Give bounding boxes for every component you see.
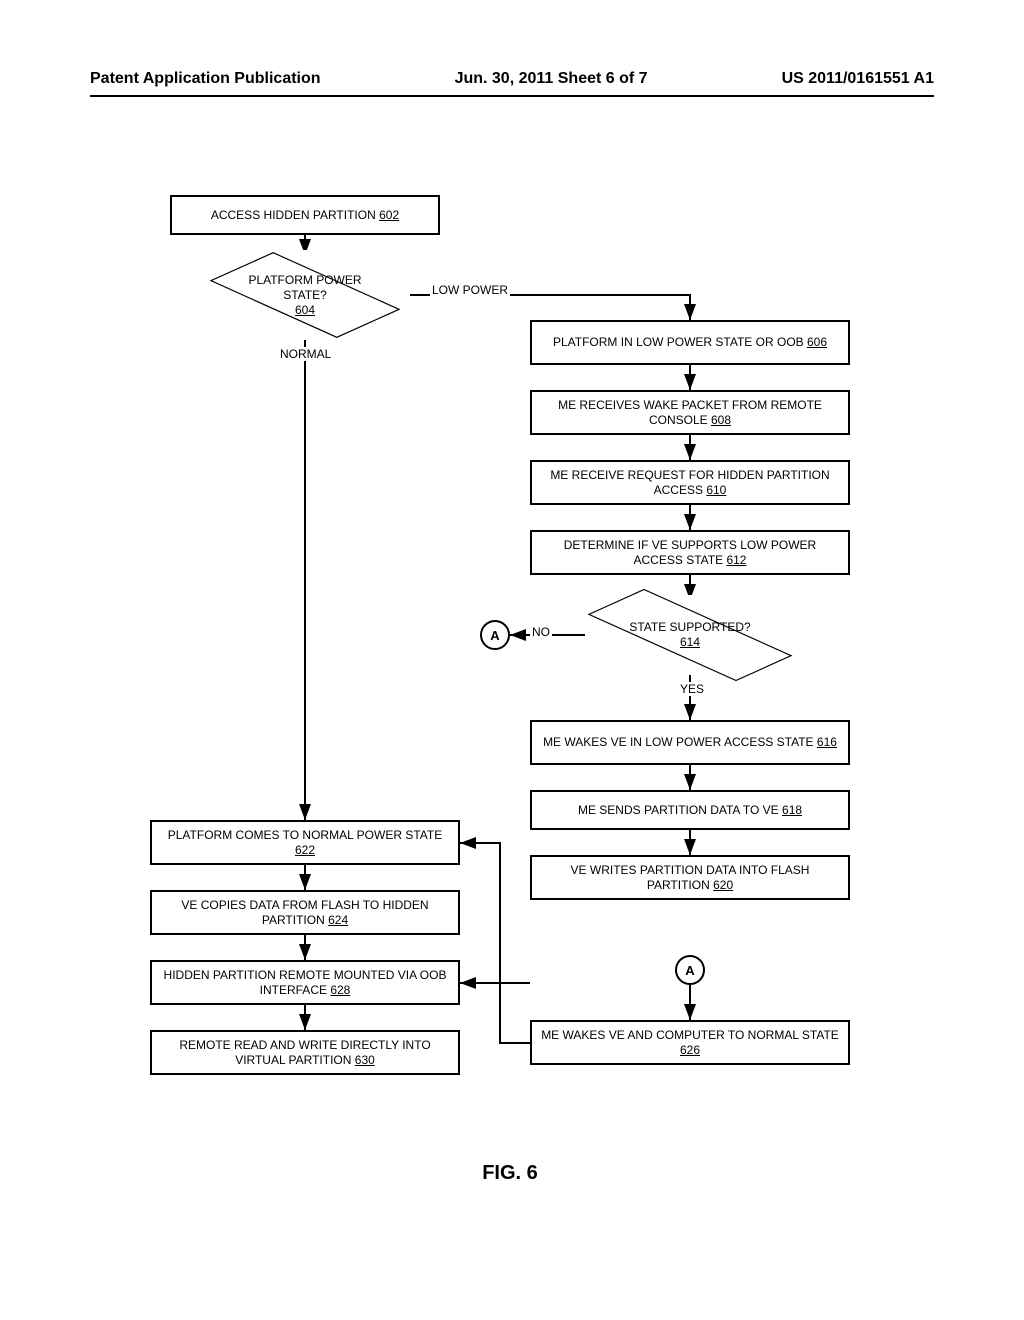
figure-caption: FIG. 6 bbox=[130, 1162, 890, 1185]
page-header: Patent Application Publication Jun. 30, … bbox=[90, 70, 934, 88]
node-text: PLATFORM IN LOW POWER STATE OR OOB 606 bbox=[553, 335, 827, 350]
node-622: PLATFORM COMES TO NORMAL POWER STATE 622 bbox=[150, 820, 460, 865]
node-text: DETERMINE IF VE SUPPORTS LOW POWER ACCES… bbox=[538, 538, 842, 568]
node-620: VE WRITES PARTITION DATA INTO FLASH PART… bbox=[530, 855, 850, 900]
node-text: ME WAKES VE IN LOW POWER ACCESS STATE 61… bbox=[543, 735, 837, 750]
node-608: ME RECEIVES WAKE PACKET FROM REMOTE CONS… bbox=[530, 390, 850, 435]
node-text: PLATFORM POWER STATE?604 bbox=[215, 250, 395, 340]
node-text: ME WAKES VE AND COMPUTER TO NORMAL STATE… bbox=[538, 1028, 842, 1058]
node-text: REMOTE READ AND WRITE DIRECTLY INTO VIRT… bbox=[158, 1038, 452, 1068]
edge-label-no: NO bbox=[530, 625, 552, 639]
node-630: REMOTE READ AND WRITE DIRECTLY INTO VIRT… bbox=[150, 1030, 460, 1075]
node-624: VE COPIES DATA FROM FLASH TO HIDDEN PART… bbox=[150, 890, 460, 935]
header-center: Jun. 30, 2011 Sheet 6 of 7 bbox=[455, 70, 648, 88]
header-right: US 2011/0161551 A1 bbox=[782, 70, 934, 88]
edge-label-yes: YES bbox=[678, 682, 706, 696]
node-text: STATE SUPPORTED?614 bbox=[585, 595, 795, 675]
node-text: ME RECEIVE REQUEST FOR HIDDEN PARTITION … bbox=[538, 468, 842, 498]
node-text: VE COPIES DATA FROM FLASH TO HIDDEN PART… bbox=[158, 898, 452, 928]
node-626: ME WAKES VE AND COMPUTER TO NORMAL STATE… bbox=[530, 1020, 850, 1065]
flowchart-canvas: ACCESS HIDDEN PARTITION 602 PLATFORM POW… bbox=[130, 195, 890, 1125]
connector-a-bottom: A bbox=[675, 955, 705, 985]
node-602: ACCESS HIDDEN PARTITION 602 bbox=[170, 195, 440, 235]
header-left: Patent Application Publication bbox=[90, 70, 321, 88]
node-606: PLATFORM IN LOW POWER STATE OR OOB 606 bbox=[530, 320, 850, 365]
node-text: ME SENDS PARTITION DATA TO VE 618 bbox=[578, 803, 802, 818]
node-text: HIDDEN PARTITION REMOTE MOUNTED VIA OOB … bbox=[158, 968, 452, 998]
node-604-decision: PLATFORM POWER STATE?604 bbox=[215, 250, 395, 340]
node-text: ME RECEIVES WAKE PACKET FROM REMOTE CONS… bbox=[538, 398, 842, 428]
node-628: HIDDEN PARTITION REMOTE MOUNTED VIA OOB … bbox=[150, 960, 460, 1005]
page: Patent Application Publication Jun. 30, … bbox=[0, 0, 1024, 1320]
node-614-decision: STATE SUPPORTED?614 bbox=[585, 595, 795, 675]
node-text: PLATFORM COMES TO NORMAL POWER STATE 622 bbox=[158, 828, 452, 858]
node-616: ME WAKES VE IN LOW POWER ACCESS STATE 61… bbox=[530, 720, 850, 765]
connector-a-top: A bbox=[480, 620, 510, 650]
edge-label-lowpower: LOW POWER bbox=[430, 283, 510, 297]
node-612: DETERMINE IF VE SUPPORTS LOW POWER ACCES… bbox=[530, 530, 850, 575]
node-text: ACCESS HIDDEN PARTITION 602 bbox=[211, 208, 399, 223]
node-618: ME SENDS PARTITION DATA TO VE 618 bbox=[530, 790, 850, 830]
header-divider bbox=[90, 95, 934, 97]
node-610: ME RECEIVE REQUEST FOR HIDDEN PARTITION … bbox=[530, 460, 850, 505]
node-text: VE WRITES PARTITION DATA INTO FLASH PART… bbox=[538, 863, 842, 893]
edge-label-normal: NORMAL bbox=[278, 347, 333, 361]
